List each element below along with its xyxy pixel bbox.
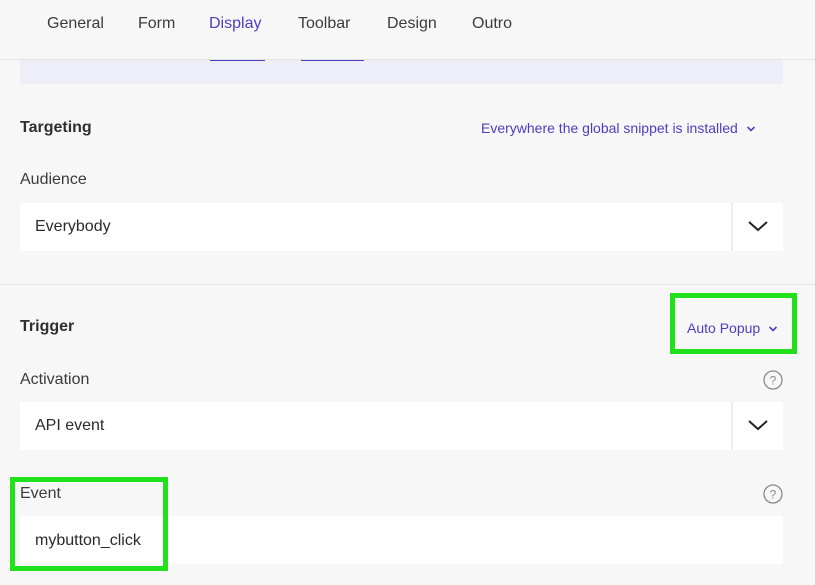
info-banner <box>20 60 783 84</box>
select-divider <box>731 402 733 450</box>
select-divider <box>731 203 733 251</box>
banner-link-underline[interactable] <box>301 60 364 61</box>
highlight-box <box>670 293 797 354</box>
audience-label: Audience <box>20 171 87 188</box>
activation-value: API event <box>35 417 105 434</box>
tab-form[interactable]: Form <box>138 15 175 33</box>
highlight-box <box>10 477 168 571</box>
tab-outro[interactable]: Outro <box>472 15 512 33</box>
svg-text:?: ? <box>770 374 777 388</box>
trigger-title: Trigger <box>20 318 75 335</box>
audience-select[interactable]: Everybody <box>20 203 783 251</box>
audience-value: Everybody <box>35 218 111 235</box>
banner-link-underline[interactable] <box>210 60 265 61</box>
help-icon[interactable]: ? <box>763 484 783 504</box>
tab-display[interactable]: Display <box>209 15 261 33</box>
svg-text:?: ? <box>770 488 777 502</box>
tab-toolbar[interactable]: Toolbar <box>298 15 350 33</box>
chevron-down-icon <box>746 126 755 132</box>
activation-label: Activation <box>20 371 90 388</box>
targeting-scope-link[interactable]: Everywhere the global snippet is install… <box>481 120 756 136</box>
tab-bar: General Form Display Toolbar Design Outr… <box>0 0 815 60</box>
activation-select[interactable]: API event <box>20 402 783 450</box>
chevron-down-icon[interactable] <box>747 218 769 234</box>
help-icon[interactable]: ? <box>763 370 783 390</box>
targeting-scope-label: Everywhere the global snippet is install… <box>481 120 738 136</box>
section-divider <box>0 284 815 285</box>
targeting-title: Targeting <box>20 119 92 136</box>
tab-general[interactable]: General <box>47 15 104 33</box>
tab-design[interactable]: Design <box>387 15 437 33</box>
chevron-down-icon[interactable] <box>747 417 769 433</box>
